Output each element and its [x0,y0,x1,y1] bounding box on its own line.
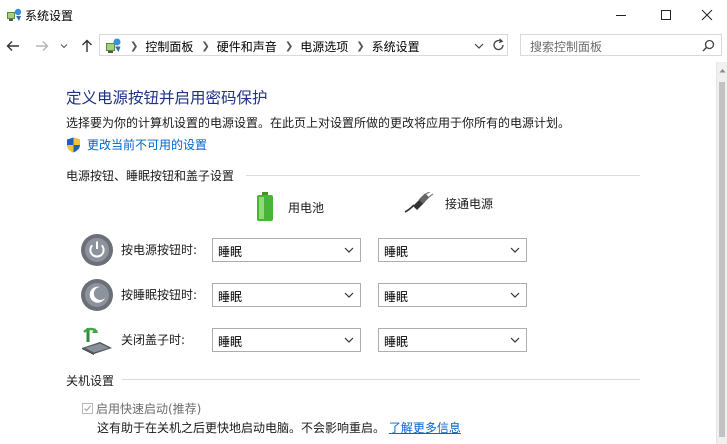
search-input[interactable]: 搜索控制面板 [520,34,722,56]
change-unavailable-settings-link[interactable]: 更改当前不可用的设置 [66,136,207,153]
fast-startup-description-text: 这有助于在关机之后更快地启动电脑。不会影响重启。 [97,421,386,435]
power-button-plugged-select[interactable]: 睡眠 [378,238,527,262]
search-placeholder: 搜索控制面板 [530,40,603,54]
sleep-button-label: 按睡眠按钮时: [121,288,198,302]
battery-icon [257,192,273,221]
selected-value: 睡眠 [384,290,409,304]
chevron-down-icon [60,44,68,49]
fast-startup-description: 这有助于在关机之后更快地启动电脑。不会影响重启。 了解更多信息 [97,419,461,436]
breadcrumb-item-system-settings[interactable]: 系统设置 [372,38,420,55]
section-divider [122,379,640,380]
fast-startup-option: 启用快速启动(推荐) [82,400,201,417]
forward-arrow-icon [36,41,49,51]
plugged-column-label: 接通电源 [445,196,494,211]
fast-startup-label: 启用快速启动(推荐) [96,402,202,416]
chevron-down-icon [510,337,520,343]
close-button[interactable] [684,0,727,30]
maximize-button[interactable] [643,0,689,30]
selected-value: 睡眠 [384,245,409,259]
uac-shield-icon [67,137,80,152]
page-title: 定义电源按钮并启用密码保护 [66,89,268,107]
breadcrumb-item-control-panel[interactable]: 控制面板 [145,38,193,55]
chevron-down-icon [510,292,520,298]
battery-column-header: 用电池 [256,192,324,222]
address-dropdown-button[interactable] [472,38,486,52]
breadcrumb-trail: ❯ 控制面板 ❯ 硬件和声音 ❯ 电源选项 ❯ 系统设置 [130,38,420,55]
battery-column-label: 用电池 [288,200,325,215]
lid-close-plugged-select[interactable]: 睡眠 [378,328,527,352]
selected-value: 睡眠 [218,335,243,349]
up-button[interactable] [77,36,97,56]
lid-close-battery-select[interactable]: 睡眠 [212,328,361,352]
title-bar: 系统设置 [0,0,727,30]
sleep-button-battery-select[interactable]: 睡眠 [212,283,361,307]
vertical-scrollbar[interactable] [716,62,727,444]
back-button[interactable] [3,36,23,56]
section-divider [246,175,640,176]
shutdown-section-heading: 关机设置 [66,374,115,388]
search-icon[interactable] [702,39,715,52]
sleep-button-plugged-select[interactable]: 睡眠 [378,283,527,307]
power-section-heading: 电源按钮、睡眠按钮和盖子设置 [66,169,235,183]
selected-value: 睡眠 [218,245,243,259]
up-arrow-icon [82,39,92,52]
selected-value: 睡眠 [218,290,243,304]
breadcrumb-item-power-options[interactable]: 电源选项 [300,38,348,55]
breadcrumb-item-hardware-sound[interactable]: 硬件和声音 [217,38,277,55]
recent-locations-button[interactable] [57,36,71,56]
power-button-label: 按电源按钮时: [121,243,198,257]
back-arrow-icon [6,41,19,51]
lid-close-label: 关闭盖子时: [121,333,186,347]
chevron-down-icon [510,247,520,253]
chevron-down-icon [344,247,354,253]
forward-button[interactable] [32,36,52,56]
chevron-down-icon [474,43,484,49]
chevron-down-icon [344,337,354,343]
fast-startup-checkbox[interactable] [82,403,93,414]
control-panel-icon [104,37,122,55]
sleep-button-icon [80,278,114,312]
selected-value: 睡眠 [384,335,409,349]
power-plug-icon [404,192,434,213]
refresh-icon [493,38,504,51]
laptop-lid-icon [80,322,114,356]
breadcrumb[interactable]: ❯ 控制面板 ❯ 硬件和声音 ❯ 电源选项 ❯ 系统设置 [99,34,508,56]
learn-more-link[interactable]: 了解更多信息 [389,421,461,435]
refresh-button[interactable] [490,37,508,53]
chevron-down-icon [344,292,354,298]
power-button-icon [80,233,114,267]
minimize-button[interactable] [598,0,644,30]
page-subtitle: 选择要为你的计算机设置的电源设置。在此页上对设置所做的更改将应用于你所有的电源计… [66,116,571,130]
checkmark-icon [84,405,92,412]
power-button-battery-select[interactable]: 睡眠 [212,238,361,262]
admin-link-label: 更改当前不可用的设置 [87,138,208,152]
power-options-app-icon [6,7,22,23]
window-title: 系统设置 [25,9,74,23]
scroll-up-arrow-icon[interactable] [719,68,726,73]
scrollbar-thumb[interactable] [719,82,725,437]
main-content: 定义电源按钮并启用密码保护 选择要为你的计算机设置的电源设置。在此页上对设置所做… [0,62,716,444]
plugged-column-header: 接通电源 [404,192,493,214]
